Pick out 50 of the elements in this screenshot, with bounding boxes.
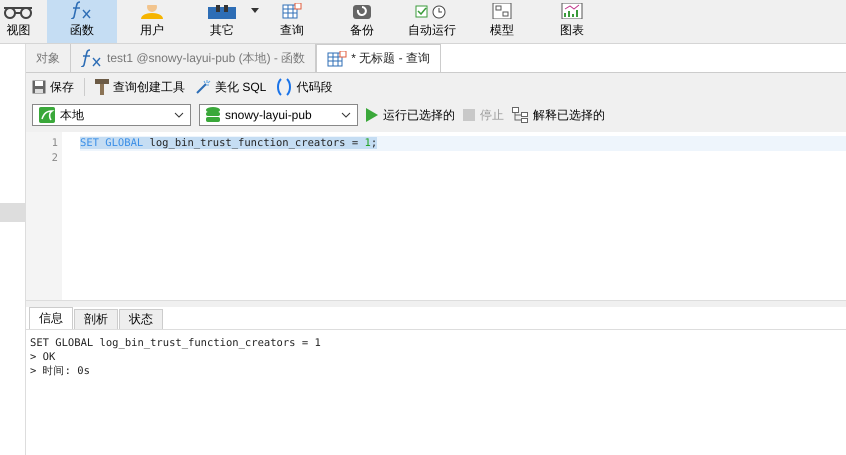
- hammer-icon: [95, 79, 109, 95]
- toolbox-icon: [207, 5, 237, 19]
- table-icon: [282, 3, 302, 19]
- function-icon: [81, 49, 103, 67]
- database-icon: [206, 107, 220, 123]
- backup-icon: [352, 5, 372, 19]
- ribbon-button[interactable]: 查询: [257, 0, 327, 43]
- toolbar-button[interactable]: 保存: [32, 78, 74, 96]
- toolbar-button[interactable]: 运行已选择的: [366, 106, 455, 124]
- chevron-down-icon: [174, 112, 184, 118]
- connection-icon: [39, 107, 55, 123]
- stop-icon: [463, 109, 475, 121]
- function-icon: [71, 1, 93, 19]
- table-icon: [327, 50, 348, 66]
- ribbon-button[interactable]: 模型: [467, 0, 537, 43]
- result-tab[interactable]: 剖析: [74, 309, 118, 329]
- database-dropdown[interactable]: snowy-layui-pub: [199, 104, 358, 126]
- line-number: 1: [52, 136, 58, 151]
- toolbar-button[interactable]: 美化 SQL: [195, 78, 266, 96]
- diagram-icon: [492, 3, 512, 19]
- toolbar-button[interactable]: 解释已选择的: [512, 106, 605, 124]
- result-tab[interactable]: 状态: [119, 309, 163, 329]
- ribbon-button[interactable]: 图表: [537, 0, 607, 43]
- flowchart-icon: [512, 107, 528, 123]
- connection-dropdown[interactable]: 本地: [32, 104, 191, 126]
- line-number: 2: [52, 151, 58, 166]
- ribbon-button[interactable]: 视图: [0, 0, 47, 43]
- user-icon: [139, 5, 165, 19]
- ribbon-button[interactable]: 自动运行: [397, 0, 467, 43]
- message-line: > OK: [30, 350, 56, 364]
- play-icon: [366, 108, 378, 122]
- ribbon-button[interactable]: 备份: [327, 0, 397, 43]
- save-icon: [32, 80, 46, 94]
- result-tab[interactable]: 信息: [29, 307, 73, 329]
- sidebar-item[interactable]: [0, 203, 25, 222]
- ribbon-button[interactable]: 用户: [117, 0, 187, 43]
- message-line: SET GLOBAL log_bin_trust_function_creators = 1: [30, 336, 322, 350]
- message-line: > 时间: 0s: [30, 364, 91, 378]
- parentheses-icon: [276, 78, 292, 96]
- chart-icon: [561, 3, 583, 19]
- ribbon-button[interactable]: 函数: [47, 0, 117, 43]
- editor-tab[interactable]: 对象: [26, 44, 71, 72]
- editor-tab[interactable]: test1 @snowy-layui-pub (本地) - 函数: [71, 44, 316, 72]
- toolbar-button[interactable]: 查询创建工具: [95, 78, 185, 96]
- toolbar-button[interactable]: 代码段: [276, 78, 332, 96]
- ribbon-button[interactable]: 其它: [187, 0, 257, 43]
- editor-tab[interactable]: * 无标题 - 查询: [316, 44, 441, 72]
- magic-wand-icon: [195, 79, 211, 95]
- glasses-icon: [4, 5, 34, 19]
- chevron-down-icon: [341, 112, 351, 118]
